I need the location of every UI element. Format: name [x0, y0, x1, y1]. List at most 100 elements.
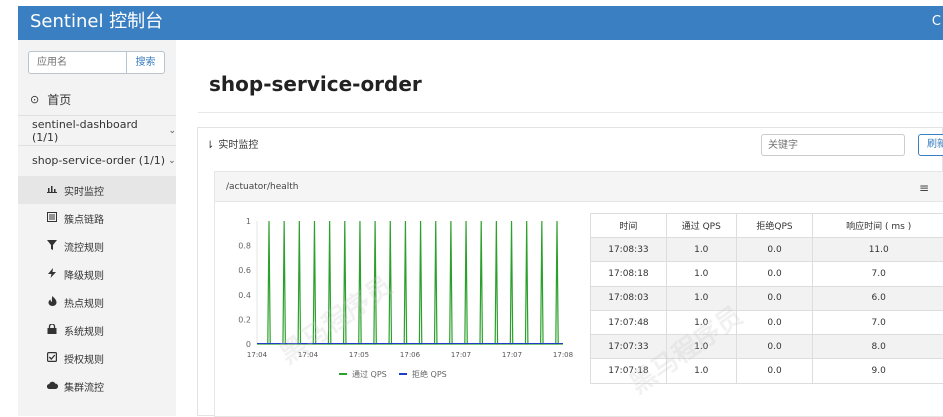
x-tick-label: 17:08 — [553, 351, 573, 359]
table-cell: 0.0 — [736, 238, 813, 262]
filter-icon — [46, 240, 58, 253]
cloud-icon — [46, 381, 58, 392]
monitor-panel: ⇂实时监控 刷新 /actuator/health ≡ 00.20.40.60.… — [197, 127, 943, 416]
refresh-button[interactable]: 刷新 — [918, 134, 943, 156]
app-search-input[interactable] — [29, 52, 126, 73]
nav-home-label: 首页 — [47, 91, 71, 108]
chevron-down-icon: ⌄ — [168, 126, 176, 136]
table-cell: 0.0 — [736, 335, 813, 359]
sidebar-item-degrade-rules[interactable]: 降级规则 — [18, 260, 176, 288]
table-row: 17:07:48 1.0 0.0 7.0 — [591, 310, 943, 334]
dashboard-icon: ⊙ — [30, 93, 39, 106]
x-tick-label: 17:04 — [247, 351, 268, 359]
table-cell: 0.0 — [736, 262, 813, 286]
chevron-down-icon: ⌄ — [168, 156, 176, 166]
table-cell: 17:07:33 — [591, 335, 667, 359]
sidebar-item-auth-rules[interactable]: 授权规则 — [18, 344, 176, 372]
x-tick-label: 17:07 — [502, 351, 522, 359]
fire-icon — [46, 296, 58, 309]
table-cell: 0.0 — [736, 310, 813, 334]
sidebar-item-label: 簇点链路 — [64, 211, 104, 226]
table-cell: 0.0 — [736, 359, 813, 383]
sidebar-item-label: 实时监控 — [64, 183, 104, 198]
sidebar-item-flow-rules[interactable]: 流控规则 — [18, 232, 176, 260]
y-tick-label: 0.8 — [238, 242, 251, 251]
panel-title: ⇂ 实时监控 — [206, 136, 258, 151]
x-tick-label: 17:07 — [451, 351, 471, 359]
table-cell: 1.0 — [666, 310, 736, 334]
sidebar-item-label: 系统规则 — [64, 323, 104, 338]
table-cell: 6.0 — [813, 286, 943, 310]
y-tick-label: 0.4 — [238, 291, 251, 300]
y-tick-label: 1 — [246, 217, 251, 226]
sidebar-item-label: 降级规则 — [64, 267, 104, 282]
table-cell: 1.0 — [666, 335, 736, 359]
resource-card: /actuator/health ≡ 00.20.40.60.8117:0417… — [214, 171, 943, 417]
table-cell: 1.0 — [666, 359, 736, 383]
panel-header: ⇂ 实时监控 刷新 — [198, 128, 942, 160]
sidebar-item-label: 集群流控 — [64, 379, 104, 394]
menu-icon[interactable]: ≡ — [919, 181, 929, 195]
table-cell: 1.0 — [666, 262, 736, 286]
nav-home[interactable]: ⊙ 首页 — [18, 87, 176, 111]
qps-chart: 00.20.40.60.8117:0417:0417:0517:0617:071… — [215, 203, 575, 383]
list-icon — [46, 212, 58, 225]
keyword-input[interactable] — [761, 134, 905, 156]
table-cell: 1.0 — [666, 238, 736, 262]
sidebar-item-label: 热点规则 — [64, 295, 104, 310]
search-button[interactable]: 搜索 — [126, 52, 164, 73]
divider — [198, 112, 943, 113]
sidebar-item-cluster-flow[interactable]: 集群流控 — [18, 372, 176, 400]
sidebar-item-realtime-monitor[interactable]: 实时监控 — [18, 176, 176, 204]
lock-icon — [46, 324, 58, 337]
table-cell: 11.0 — [813, 238, 943, 262]
check-icon — [46, 352, 58, 365]
legend-label-pass: 通过 QPS — [352, 369, 387, 379]
sidebar-item-cluster-link[interactable]: 簇点链路 — [18, 204, 176, 232]
app-sentinel-dashboard[interactable]: sentinel-dashboard (1/1) ⌄ — [18, 115, 176, 145]
sidebar-item-system-rules[interactable]: 系统规则 — [18, 316, 176, 344]
table-cell: 0.0 — [736, 286, 813, 310]
sidebar-item-hotspot-rules[interactable]: 热点规则 — [18, 288, 176, 316]
panel-title-label: 实时监控 — [218, 140, 258, 151]
app-shop-service-order[interactable]: shop-service-order (1/1) ⌄ — [18, 145, 176, 175]
app-brand[interactable]: Sentinel 控制台 — [30, 9, 163, 35]
sidebar-item-label: 授权规则 — [64, 351, 104, 366]
y-tick-label: 0.6 — [238, 266, 251, 275]
table-row: 17:08:33 1.0 0.0 11.0 — [591, 238, 943, 262]
table-cell: 7.0 — [813, 262, 943, 286]
header-edge-text[interactable]: C — [932, 14, 941, 29]
app-label: shop-service-order (1/1) — [32, 154, 165, 167]
table-cell: 8.0 — [813, 335, 943, 359]
app-label: sentinel-dashboard (1/1) — [32, 118, 165, 144]
table-cell: 17:07:48 — [591, 310, 667, 334]
page-title: shop-service-order — [209, 72, 422, 96]
column-header: 时间 — [591, 214, 667, 238]
sort-icon: ⇂ — [206, 140, 214, 151]
main-content: shop-service-order ⇂ 实时监控 刷新 /actuator/he… — [188, 40, 943, 416]
table-row: 17:08:03 1.0 0.0 6.0 — [591, 286, 943, 310]
bolt-icon — [46, 268, 58, 281]
table-cell: 17:08:18 — [591, 262, 667, 286]
table-cell: 17:08:03 — [591, 286, 667, 310]
table-cell: 17:08:33 — [591, 238, 667, 262]
top-header: Sentinel 控制台 C — [0, 0, 943, 40]
x-tick-label: 17:04 — [298, 351, 319, 359]
x-tick-label: 17:06 — [400, 351, 421, 359]
table-row: 17:08:18 1.0 0.0 7.0 — [591, 262, 943, 286]
bar-chart-icon — [46, 184, 58, 196]
legend-label-block: 拒绝 QPS — [412, 369, 447, 379]
column-header: 通过 QPS — [666, 214, 736, 238]
series-pass-qps — [257, 221, 563, 344]
y-tick-label: 0 — [246, 340, 251, 349]
table-cell: 9.0 — [813, 359, 943, 383]
table-cell: 17:07:18 — [591, 359, 667, 383]
table-header-row: 时间 通过 QPS 拒绝QPS 响应时间 ( ms ) — [591, 214, 943, 238]
app-search: 搜索 — [28, 51, 165, 74]
table-row: 17:07:18 1.0 0.0 9.0 — [591, 359, 943, 383]
sidebar-item-label: 流控规则 — [64, 239, 104, 254]
table-row: 17:07:33 1.0 0.0 8.0 — [591, 335, 943, 359]
column-header: 拒绝QPS — [736, 214, 813, 238]
table-cell: 7.0 — [813, 310, 943, 334]
resource-name: /actuator/health — [226, 182, 299, 192]
